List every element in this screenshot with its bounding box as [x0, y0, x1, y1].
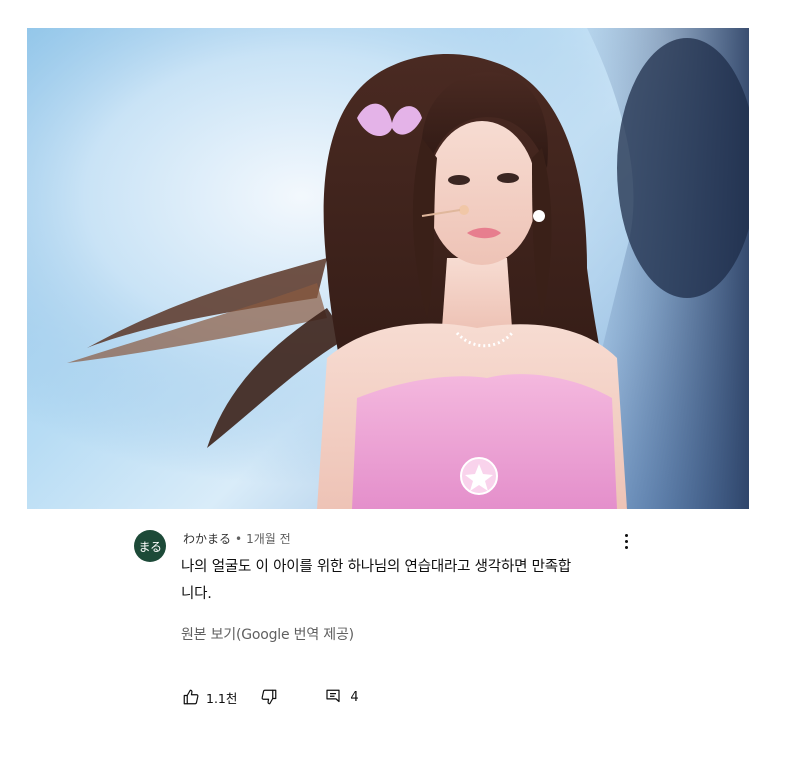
see-original-link[interactable]: 원본 보기(Google 번역 제공) [181, 624, 354, 644]
comment-thread: まる わかまる • 1개월 전 나의 얼굴도 이 아이를 위한 하나님의 연습대라고… [0, 515, 791, 765]
comment-attached-photo [27, 28, 749, 509]
comment-text: 나의 얼굴도 이 아이를 위한 하나님의 연습대라고 생각하면 만족합니다. [181, 559, 572, 602]
more-actions-button[interactable] [614, 529, 638, 553]
reply-button[interactable]: 4 [324, 688, 359, 706]
reply-count: 4 [350, 689, 359, 705]
like-count: 1.1천 [206, 690, 238, 706]
thumbs-up-icon [183, 689, 199, 705]
comment-timestamp[interactable]: 1개월 전 [246, 532, 291, 546]
avatar[interactable]: まる [134, 530, 166, 562]
dislike-button[interactable] [260, 688, 278, 706]
thumbs-down-icon [261, 689, 277, 705]
meta-separator: • [235, 532, 243, 546]
performer-photo-illustration [27, 28, 749, 509]
comment-meta: わかまる • 1개월 전 [183, 530, 291, 547]
reply-comment-icon [326, 689, 340, 703]
comment-action-bar: 1.1천 4 [182, 685, 359, 709]
like-button[interactable]: 1.1천 [182, 688, 237, 707]
comment-author[interactable]: わかまる [183, 532, 231, 546]
more-vertical-icon [624, 533, 628, 537]
